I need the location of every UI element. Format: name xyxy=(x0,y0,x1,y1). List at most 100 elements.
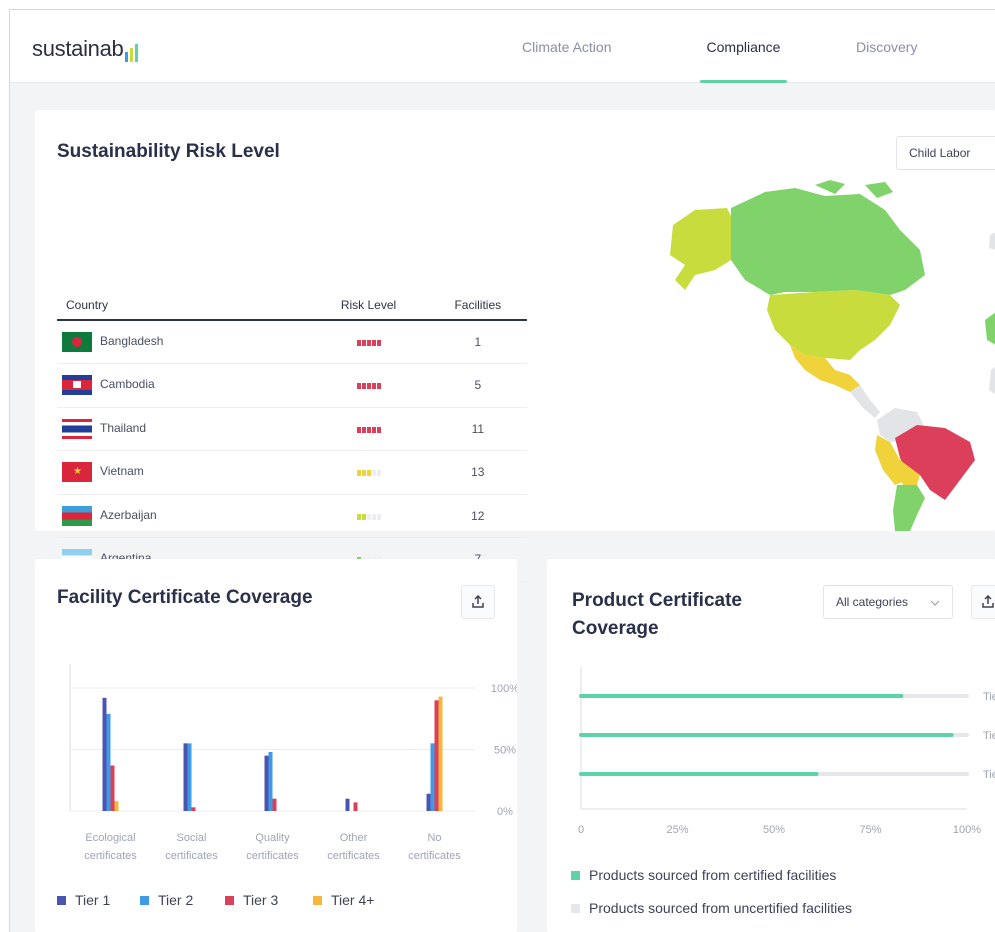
facility-export-button[interactable] xyxy=(461,585,495,619)
bar-tier-2 xyxy=(268,751,273,811)
product-card-title: Product Certificate Coverage xyxy=(572,590,742,639)
product-category-select[interactable]: All categories xyxy=(823,585,953,619)
risk-segment xyxy=(366,513,371,520)
y-category-label: Tier xyxy=(983,769,995,781)
x-category-label: No xyxy=(427,832,441,844)
bar-tier-3 xyxy=(272,798,277,811)
risk-category-select[interactable]: Child Labor xyxy=(896,136,995,170)
legend-swatch xyxy=(140,895,149,905)
map-region-canada[interactable] xyxy=(731,180,925,295)
world-risk-map[interactable] xyxy=(655,180,995,531)
x-category-label: certificates xyxy=(246,850,299,862)
facilities-count: 5 xyxy=(428,363,527,408)
risk-segment xyxy=(366,339,371,346)
risk-segment xyxy=(366,470,371,477)
y-tick-label: 100% xyxy=(491,683,517,695)
bar-tier-1 xyxy=(183,743,188,811)
country-name: Azerbaijan xyxy=(100,507,157,522)
nav-tab-compliance[interactable]: Compliance xyxy=(700,10,787,83)
map-region-usa[interactable] xyxy=(767,290,900,360)
bar-tier-4- xyxy=(114,801,119,811)
risk-table-row[interactable]: ★ Vietnam 13 xyxy=(57,450,527,495)
x-category-label: certificates xyxy=(408,850,461,862)
x-tick-label: 50% xyxy=(763,824,785,836)
country-name: Cambodia xyxy=(100,377,155,392)
upload-icon xyxy=(982,595,994,608)
country-flag-icon xyxy=(62,505,92,526)
x-tick-label: 75% xyxy=(859,824,881,836)
legend-item[interactable]: Products sourced from uncertified facili… xyxy=(571,900,852,916)
risk-segment xyxy=(371,339,376,346)
risk-table-row[interactable]: Thailand 11 xyxy=(57,407,527,451)
legend-swatch xyxy=(571,870,580,880)
country-name: Bangladesh xyxy=(100,334,164,349)
risk-level-cell xyxy=(308,407,429,451)
risk-segment xyxy=(376,426,381,433)
legend-label: Tier 3 xyxy=(243,892,279,908)
top-bar: sustainab Climate Action Compliance Disc… xyxy=(10,10,995,83)
legend-item[interactable]: Tier 3 xyxy=(225,892,278,908)
risk-segment xyxy=(356,339,361,346)
product-certificate-card: Product Certificate Coverage All categor… xyxy=(547,559,995,932)
map-region-europe-edge[interactable] xyxy=(985,312,995,395)
facility-card-title: Facility Certificate Coverage xyxy=(57,587,313,608)
country-cell: Bangladesh xyxy=(57,320,309,364)
risk-segment xyxy=(366,383,371,390)
x-category-label: Other xyxy=(340,832,368,844)
country-flag-icon xyxy=(62,418,92,439)
risk-segment xyxy=(366,426,371,433)
nav-tab-climate-action[interactable]: Climate Action xyxy=(522,10,632,83)
facilities-count: 11 xyxy=(428,407,527,451)
legend-label: Products sourced from uncertified facili… xyxy=(589,900,852,916)
risk-table-row[interactable]: Azerbaijan 12 xyxy=(57,494,527,538)
map-region-argentina-chile[interactable] xyxy=(893,485,925,531)
bar-tier-4- xyxy=(438,696,443,811)
risk-level-card: Sustainability Risk Level Child Labor Co… xyxy=(35,110,995,582)
bar-tier-1 xyxy=(426,793,431,811)
risk-table-row[interactable]: Bangladesh 1 xyxy=(57,320,527,364)
country-flag-icon: ★ xyxy=(62,462,92,483)
country-name: Vietnam xyxy=(100,464,144,479)
bar-tier-1 xyxy=(102,697,107,811)
product-export-button[interactable] xyxy=(971,585,995,619)
column-header-country[interactable]: Country xyxy=(57,290,309,321)
country-flag-icon xyxy=(62,375,92,396)
country-cell: ★ Vietnam xyxy=(57,450,309,495)
country-name: Thailand xyxy=(100,420,147,435)
legend-swatch xyxy=(57,895,66,905)
legend-item[interactable]: Products sourced from certified faciliti… xyxy=(571,867,836,883)
legend-item[interactable]: Tier 1 xyxy=(57,892,110,908)
risk-segment xyxy=(376,383,381,390)
map-region-central-america[interactable] xyxy=(850,385,880,418)
legend-item[interactable]: Tier 4+ xyxy=(313,892,374,908)
country-cell: Cambodia xyxy=(57,363,309,408)
app-logo[interactable]: sustainab xyxy=(32,36,139,62)
column-header-facilities[interactable]: Facilities xyxy=(428,290,527,321)
bar-tier-1 xyxy=(264,755,269,811)
x-category-label: certificates xyxy=(327,850,380,862)
legend-swatch xyxy=(313,895,322,905)
facility-certificate-card: Facility Certificate Coverage 100% 50% 0% E… xyxy=(35,559,517,932)
y-tick-label: 50% xyxy=(494,745,516,757)
bar-tier-2 xyxy=(106,713,111,811)
legend-label: Tier 1 xyxy=(75,892,111,908)
risk-table-row[interactable]: Cambodia 5 xyxy=(57,363,527,408)
map-region-alaska[interactable] xyxy=(670,208,733,290)
x-category-label: Ecological xyxy=(85,832,135,844)
bar-tier-1 xyxy=(345,798,350,811)
y-tick-label: 0% xyxy=(497,806,513,818)
x-category-label: certificates xyxy=(165,850,218,862)
bar-tier-3 xyxy=(191,807,196,811)
legend-item[interactable]: Tier 2 xyxy=(140,892,193,908)
product-coverage-chart: Tier Tier Tier 0 25% 50% 75% 100% xyxy=(578,667,995,836)
x-category-label: certificates xyxy=(84,850,137,862)
column-header-risk-level[interactable]: Risk Level xyxy=(308,290,429,321)
country-cell: Azerbaijan xyxy=(57,494,309,538)
nav-tab-discovery[interactable]: Discovery xyxy=(856,10,936,83)
y-category-label: Tier xyxy=(983,691,995,703)
risk-segment xyxy=(371,426,376,433)
legend-label: Products sourced from certified faciliti… xyxy=(589,867,837,883)
risk-segment xyxy=(356,513,361,520)
logo-text: sustainab xyxy=(32,36,124,61)
logo-bars-icon xyxy=(125,44,139,62)
